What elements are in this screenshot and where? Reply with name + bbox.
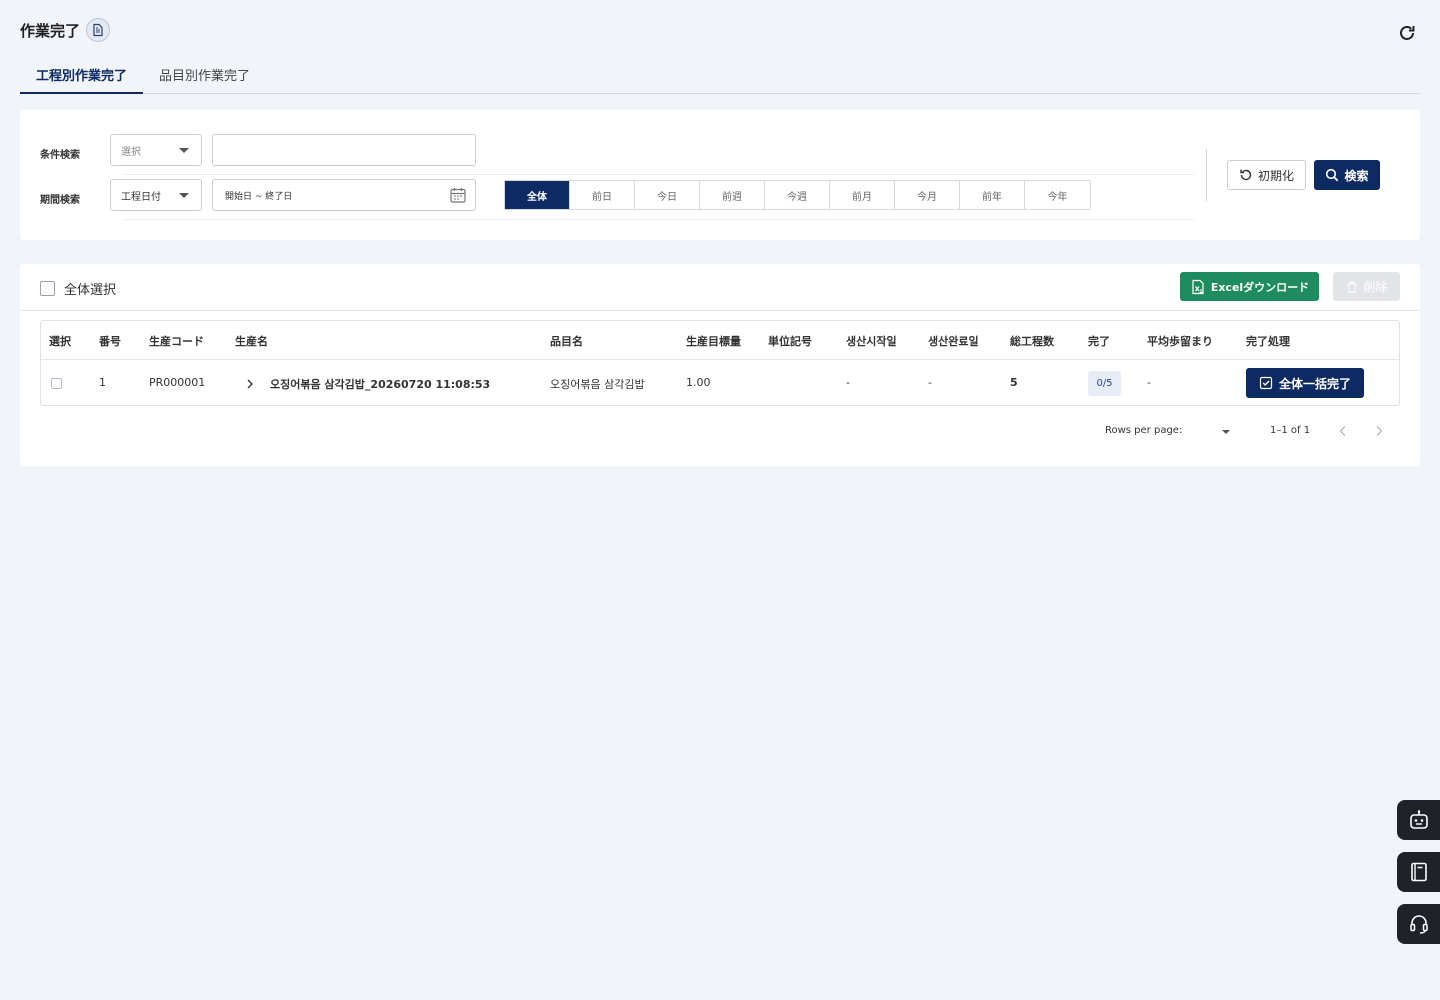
chevron-down-icon [179, 148, 189, 153]
page-header: 作業完了 [20, 18, 111, 42]
period-button-this-week[interactable]: 今週 [765, 181, 830, 209]
divider [124, 174, 1194, 175]
row-number: 1 [99, 376, 106, 389]
reset-icon [1239, 168, 1253, 182]
row-end: - [928, 376, 932, 389]
search-button-label: 検索 [1344, 168, 1369, 183]
row-name: 오징어볶음 삼각김밥_20260720 11:08:53 [270, 378, 491, 391]
chevron-left-icon[interactable] [1336, 424, 1350, 438]
completion-table: 選択 番号 生産コード 生産名 品目名 生産目標量 単位記号 생산시작일 생산완… [40, 320, 1400, 406]
select-all[interactable]: 全体選択 [40, 279, 116, 298]
column-header-done: 完了 [1088, 335, 1110, 348]
condition-search-input[interactable] [212, 134, 476, 166]
date-range-input[interactable]: 開始日 ~ 終了日 [212, 179, 476, 211]
excel-download-label: Excelダウンロード [1210, 280, 1310, 294]
search-icon [1325, 168, 1339, 182]
period-search-label: 期間検索 [40, 195, 80, 206]
calendar-icon[interactable] [449, 186, 467, 204]
check-square-icon [1259, 376, 1273, 390]
delete-button[interactable]: 削除 [1333, 272, 1400, 301]
column-header-total-steps: 総工程数 [1010, 335, 1054, 348]
row-target: 1.00 [686, 376, 711, 389]
period-button-all[interactable]: 全体 [505, 181, 570, 209]
column-header-unit: 単位記号 [768, 335, 812, 348]
column-header-action: 完了処理 [1246, 335, 1290, 348]
chevron-right-icon[interactable] [1372, 424, 1386, 438]
page-title: 作業完了 [20, 21, 81, 40]
divider [20, 310, 1420, 311]
support-button[interactable] [1397, 904, 1440, 944]
delete-button-label: 削除 [1363, 280, 1388, 294]
column-header-item: 品目名 [550, 335, 583, 348]
period-button-this-year[interactable]: 今年 [1025, 181, 1090, 209]
robot-icon [1408, 809, 1430, 831]
period-type-value: 工程日付 [121, 191, 161, 203]
period-button-last-week[interactable]: 前週 [700, 181, 765, 209]
done-badge: 0/5 [1088, 371, 1121, 396]
period-button-last-month[interactable]: 前月 [830, 181, 895, 209]
column-header-yield: 平均歩留まり [1147, 335, 1213, 348]
excel-icon [1190, 279, 1206, 295]
column-header-code: 生産コード [149, 335, 204, 348]
period-button-this-month[interactable]: 今月 [895, 181, 960, 209]
headset-icon [1408, 913, 1430, 935]
condition-select-value: 選択 [121, 146, 141, 158]
period-button-last-year[interactable]: 前年 [960, 181, 1025, 209]
excel-download-button[interactable]: Excelダウンロード [1180, 272, 1319, 301]
complete-all-label: 全体一括完了 [1278, 376, 1351, 391]
period-quick-select: 全体 前日 今日 前週 今週 前月 今月 前年 今年 [504, 180, 1091, 210]
trash-icon [1345, 280, 1359, 294]
tab-item-completion[interactable]: 品目別作業完了 [143, 56, 266, 93]
results-panel: 全体選択 Excelダウンロード 削除 選択 番号 生産コード 生産名 品目名 … [20, 264, 1420, 466]
table-row[interactable]: 1 PR000001 오징어볶음 삼각김밥_20260720 11:08:53 … [41, 361, 1399, 405]
document-icon[interactable] [86, 18, 111, 42]
reset-button-label: 初期化 [1257, 168, 1294, 183]
column-header-select: 選択 [49, 335, 71, 348]
reset-button[interactable]: 初期化 [1227, 160, 1306, 190]
rows-per-page-label: Rows per page: [1105, 425, 1183, 436]
table-header: 選択 番号 生産コード 生産名 品目名 生産目標量 単位記号 생산시작일 생산완… [41, 321, 1399, 360]
column-header-start: 생산시작일 [846, 335, 897, 348]
divider [1206, 149, 1207, 201]
refresh-icon[interactable] [1396, 22, 1418, 44]
period-type-select[interactable]: 工程日付 [110, 179, 202, 211]
tab-process-completion[interactable]: 工程別作業完了 [20, 56, 144, 94]
row-yield: - [1147, 376, 1151, 389]
select-all-checkbox[interactable] [40, 281, 55, 296]
chevron-down-icon [179, 193, 189, 198]
tab-bar: 工程別作業完了 品目別作業完了 [20, 56, 1420, 94]
column-header-target: 生産目標量 [686, 335, 741, 348]
row-start: - [846, 376, 850, 389]
select-all-label: 全体選択 [64, 283, 117, 298]
divider [124, 219, 1194, 220]
row-checkbox[interactable] [51, 378, 62, 389]
period-button-today[interactable]: 今日 [635, 181, 700, 209]
chevron-right-icon[interactable] [245, 378, 255, 390]
assistant-button[interactable] [1397, 800, 1440, 840]
column-header-number: 番号 [99, 335, 121, 348]
manual-button[interactable] [1397, 852, 1440, 892]
date-range-placeholder: 開始日 ~ 終了日 [225, 191, 293, 202]
pagination-range: 1–1 of 1 [1270, 425, 1311, 436]
column-header-name: 生産名 [235, 335, 268, 348]
column-header-end: 생산완료일 [928, 335, 979, 348]
condition-select[interactable]: 選択 [110, 134, 202, 166]
search-button[interactable]: 検索 [1314, 160, 1380, 190]
book-icon [1408, 861, 1430, 883]
complete-all-button[interactable]: 全体一括完了 [1246, 368, 1364, 398]
chevron-down-icon[interactable] [1222, 430, 1230, 434]
period-button-yesterday[interactable]: 前日 [570, 181, 635, 209]
row-code: PR000001 [149, 376, 206, 389]
row-item: 오징어볶음 삼각김밥 [550, 378, 645, 391]
row-total-steps: 5 [1010, 376, 1018, 389]
filter-panel: 条件検索 選択 期間検索 工程日付 開始日 ~ 終了日 全体 前日 今日 前週 … [20, 110, 1420, 240]
condition-search-label: 条件検索 [40, 150, 80, 161]
